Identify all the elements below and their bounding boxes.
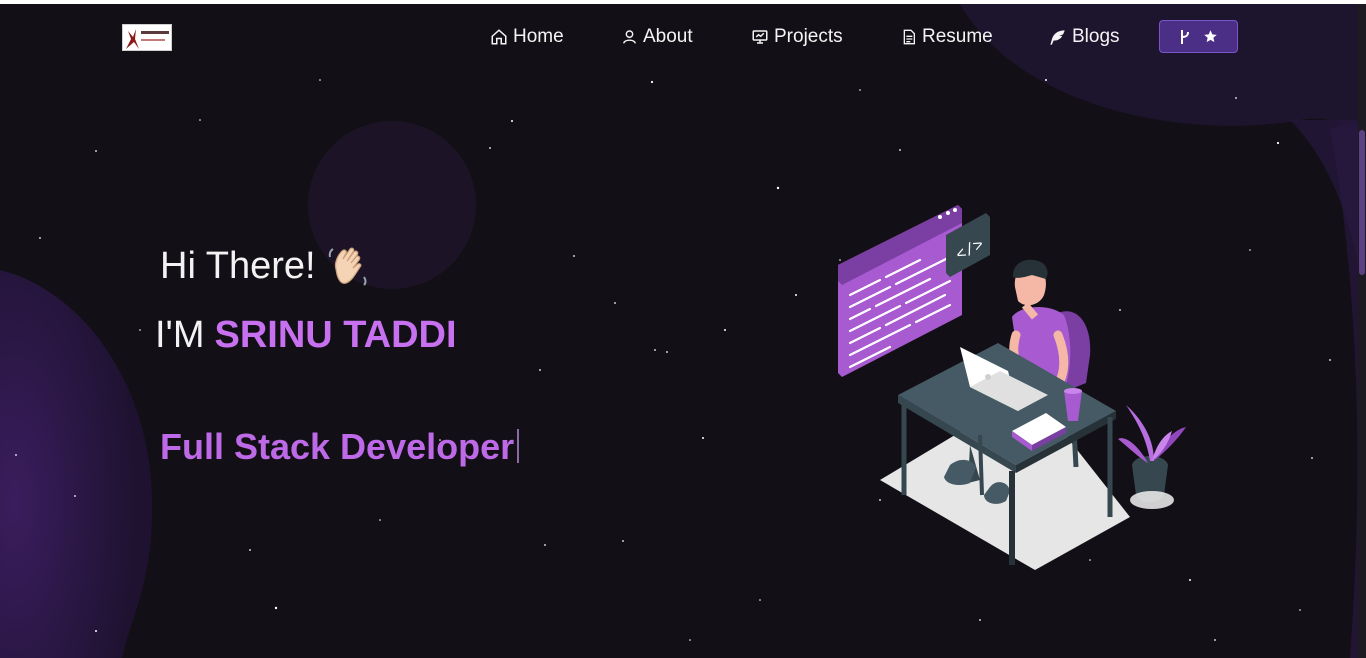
star-icon [1204, 30, 1217, 43]
greeting-text: Hi There! [160, 244, 316, 287]
intro-prefix: I'M [155, 314, 205, 356]
projects-icon [752, 30, 768, 44]
hero-role: Full Stack Developer [160, 426, 520, 468]
nav-links: Home About Projects Resume Blogs [0, 4, 1366, 70]
nav-resume-label: Resume [922, 26, 993, 47]
role-text: Full Stack Developer [160, 426, 515, 467]
scrollbar[interactable] [1358, 4, 1366, 658]
nav-blogs-label: Blogs [1072, 26, 1120, 47]
feather-icon [1050, 29, 1065, 45]
navbar: Home About Projects Resume Blogs [0, 4, 1366, 70]
github-fork-button[interactable] [1159, 20, 1238, 53]
nav-about[interactable]: About [621, 24, 693, 50]
nav-home-label: Home [513, 26, 564, 47]
typing-cursor [517, 429, 520, 463]
scrollbar-thumb[interactable] [1359, 130, 1365, 275]
developer-name: SRINU TADDI [214, 314, 457, 356]
hero-greeting: Hi There! [160, 243, 372, 289]
user-icon [623, 30, 636, 44]
nav-resume[interactable]: Resume [901, 24, 993, 50]
nav-home[interactable]: Home [490, 24, 564, 50]
nav-blogs[interactable]: Blogs [1048, 24, 1120, 50]
document-icon [903, 29, 915, 45]
home-icon [491, 29, 507, 45]
nav-projects-label: Projects [774, 26, 843, 47]
waving-hand-icon [328, 247, 367, 286]
hero-name-line: I'M SRINU TADDI [155, 314, 457, 357]
nav-about-label: About [643, 26, 693, 47]
git-fork-icon [1181, 29, 1189, 44]
nav-projects[interactable]: Projects [751, 24, 843, 50]
developer-illustration: </> [838, 205, 1186, 570]
